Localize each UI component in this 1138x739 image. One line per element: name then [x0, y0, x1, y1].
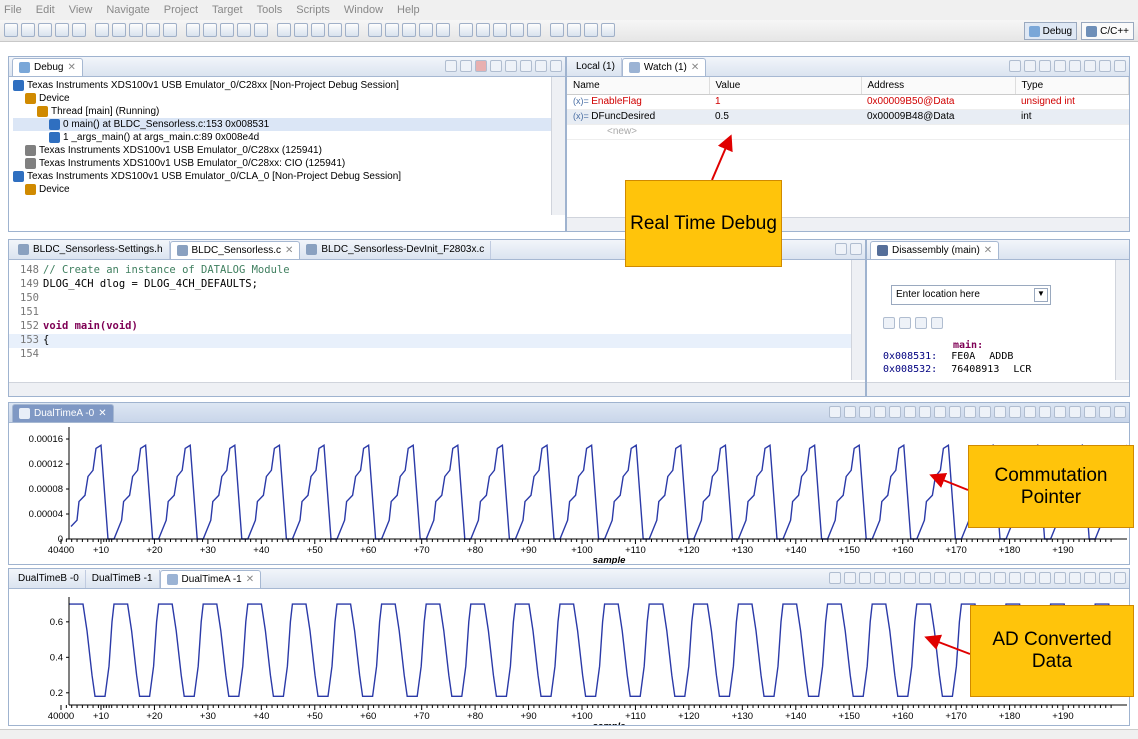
callout-commutation-pointer: Commutation Pointer: [968, 445, 1134, 528]
status-bar: [0, 729, 1138, 739]
annotation-arrows: [711, 134, 971, 655]
callout-ad-converted-data: AD Converted Data: [970, 605, 1134, 697]
realtime-arrow: [711, 134, 733, 181]
adc-arrow: [924, 634, 971, 655]
callout-realtime-debug: Real Time Debug: [625, 180, 782, 267]
commutation-arrow: [929, 473, 969, 491]
